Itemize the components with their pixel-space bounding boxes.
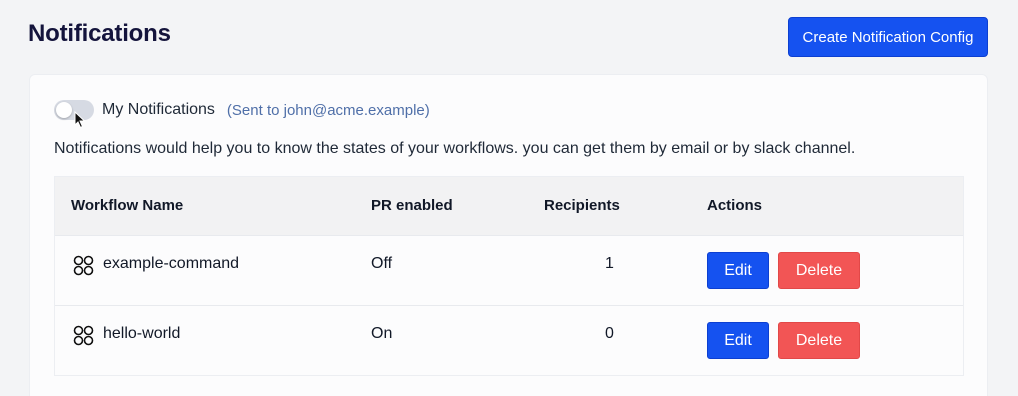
my-notifications-row: My Notifications (Sent to john@acme.exam… — [54, 99, 430, 121]
table-row: hello-world On 0 Edit Delete — [55, 305, 963, 375]
header-pr-enabled: PR enabled — [371, 197, 453, 214]
delete-button[interactable]: Delete — [778, 252, 860, 289]
header-recipients: Recipients — [544, 197, 620, 214]
recipients-count: 0 — [605, 325, 614, 342]
delete-button[interactable]: Delete — [778, 322, 860, 359]
mouse-pointer-icon — [74, 111, 86, 129]
workflow-icon — [73, 325, 94, 346]
workflow-icon — [73, 255, 94, 276]
page-title: Notifications — [28, 20, 171, 47]
workflow-name: hello-world — [103, 325, 181, 342]
workflow-name: example-command — [103, 255, 240, 272]
sent-to-email: (Sent to john@acme.example) — [226, 101, 430, 119]
my-notifications-label: My Notifications — [102, 101, 215, 118]
table-row: example-command Off 1 Edit Delete — [55, 235, 963, 305]
header-workflow-name: Workflow Name — [71, 197, 184, 214]
create-notification-config-button[interactable]: Create Notification Config — [788, 17, 988, 57]
header-actions: Actions — [707, 197, 763, 214]
pr-enabled-value: On — [371, 325, 393, 342]
edit-button[interactable]: Edit — [707, 252, 769, 289]
recipients-count: 1 — [605, 255, 614, 272]
table-header: Workflow Name PR enabled Recipients Acti… — [55, 177, 963, 235]
pr-enabled-value: Off — [371, 255, 393, 272]
notifications-table: Workflow Name PR enabled Recipients Acti… — [54, 176, 964, 376]
toggle-knob — [56, 102, 72, 118]
notifications-description: Notifications would help you to know the… — [54, 140, 856, 157]
edit-button[interactable]: Edit — [707, 322, 769, 359]
notifications-card: My Notifications (Sent to john@acme.exam… — [29, 74, 988, 396]
